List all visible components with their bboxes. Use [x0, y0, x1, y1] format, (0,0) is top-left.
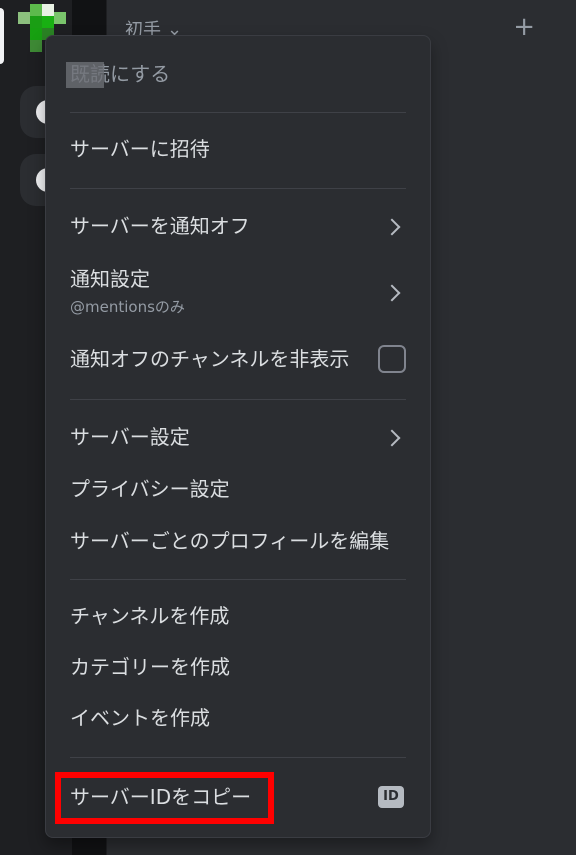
notification-settings-item[interactable]: 通知設定	[70, 267, 150, 291]
create-event-item[interactable]: イベントを作成	[70, 706, 210, 730]
id-icon: ID	[378, 786, 404, 808]
hide-muted-checkbox[interactable]	[378, 345, 406, 373]
invite-to-server-item[interactable]: サーバーに招待	[70, 137, 210, 161]
selected-indicator	[0, 8, 4, 64]
notification-settings-subtext: @mentionsのみ	[70, 298, 185, 316]
separator	[70, 757, 406, 758]
privacy-settings-item[interactable]: プライバシー設定	[70, 477, 230, 501]
chevron-right-icon	[383, 218, 401, 236]
create-category-item[interactable]: カテゴリーを作成	[70, 655, 230, 679]
hide-muted-channels-item[interactable]: 通知オフのチャンネルを非表示	[70, 347, 349, 371]
separator	[70, 112, 406, 113]
separator	[70, 399, 406, 400]
server-context-menu: 既読にする サーバーに招待 サーバーを通知オフ 通知設定 @mentionsのみ…	[45, 35, 431, 838]
server-settings-item[interactable]: サーバー設定	[70, 425, 190, 449]
chevron-right-icon	[383, 284, 401, 302]
edit-server-profile-item[interactable]: サーバーごとのプロフィールを編集	[70, 529, 389, 553]
redaction-block	[66, 62, 104, 88]
chevron-right-icon	[383, 429, 401, 447]
highlight-box	[55, 772, 274, 824]
add-channel-button[interactable]: +	[513, 14, 535, 40]
create-channel-item[interactable]: チャンネルを作成	[70, 604, 229, 628]
separator	[70, 579, 406, 580]
mute-server-item[interactable]: サーバーを通知オフ	[70, 214, 250, 238]
separator	[70, 188, 406, 189]
